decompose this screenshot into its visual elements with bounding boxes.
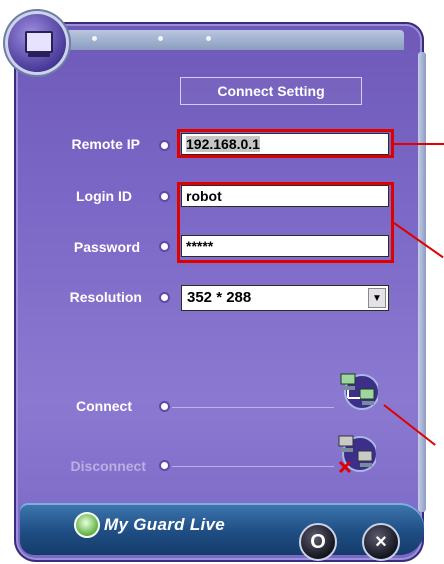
- brand-logo-icon: [74, 512, 100, 538]
- annotation-line-ip: [394, 143, 444, 145]
- remote-ip-bullet: [161, 142, 168, 149]
- title-bar[interactable]: [40, 30, 404, 50]
- disconnect-bullet: [161, 462, 168, 469]
- disconnect-label: Disconnect: [70, 458, 146, 474]
- chevron-down-icon[interactable]: ▼: [368, 288, 386, 308]
- section-title: Connect Setting: [180, 77, 362, 105]
- resolution-label: Resolution: [69, 289, 142, 305]
- connect-bullet: [161, 403, 168, 410]
- close-button[interactable]: ×: [362, 523, 400, 561]
- password-label: Password: [73, 239, 140, 255]
- resolution-select[interactable]: 352 * 288 ▼: [181, 285, 389, 311]
- title-bar-dot: [158, 36, 163, 41]
- resolution-bullet: [161, 294, 168, 301]
- resolution-value: 352 * 288: [187, 289, 252, 306]
- section-title-text: Connect Setting: [217, 83, 325, 99]
- remote-ip-label: Remote IP: [71, 136, 140, 152]
- network-connect-icon[interactable]: [338, 372, 380, 412]
- password-bullet: [161, 243, 168, 250]
- title-bar-dot: [92, 36, 97, 41]
- minimize-button[interactable]: O: [299, 523, 337, 561]
- connect-label: Connect: [76, 398, 132, 414]
- annotation-box-ip: [177, 129, 394, 158]
- network-disconnect-icon[interactable]: [336, 434, 378, 474]
- close-icon: ×: [375, 530, 387, 553]
- minimize-icon: O: [310, 530, 326, 553]
- login-id-bullet: [161, 193, 168, 200]
- disconnect-guide-line: [172, 466, 334, 467]
- login-id-label: Login ID: [76, 188, 132, 204]
- title-bar-dot: [206, 36, 211, 41]
- brand-name: My Guard Live: [104, 515, 226, 534]
- window-side-bar: [418, 52, 426, 512]
- connect-guide-line: [172, 407, 334, 408]
- monitor-icon: [8, 14, 66, 72]
- annotation-box-credentials: [177, 182, 394, 263]
